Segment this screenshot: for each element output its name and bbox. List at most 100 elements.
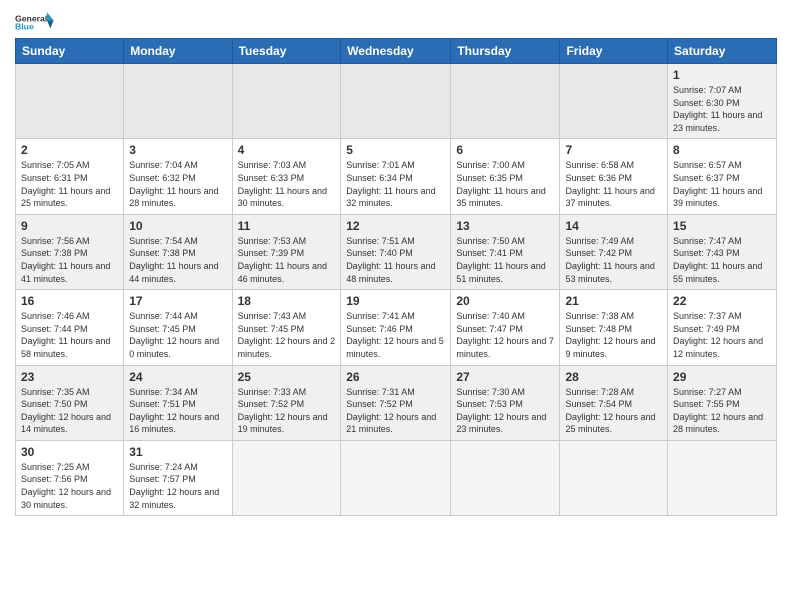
calendar-cell: 6Sunrise: 7:00 AM Sunset: 6:35 PM Daylig… <box>451 139 560 214</box>
day-number: 15 <box>673 219 771 233</box>
day-number: 14 <box>565 219 662 233</box>
day-number: 20 <box>456 294 554 308</box>
calendar-cell: 12Sunrise: 7:51 AM Sunset: 7:40 PM Dayli… <box>341 214 451 289</box>
calendar-cell: 28 Sunrise: 7:28 AM Sunset: 7:54 PM Dayli… <box>560 365 668 440</box>
day-number: 19 <box>346 294 445 308</box>
day-info: Sunrise: 7:40 AM Sunset: 7:47 PM Dayligh… <box>456 310 554 360</box>
calendar-cell: 7 Sunrise: 6:58 AM Sunset: 6:36 PM Daylig… <box>560 139 668 214</box>
calendar-cell: 16Sunrise: 7:46 AM Sunset: 7:44 PM Dayli… <box>16 290 124 365</box>
calendar-week-5: 30Sunrise: 7:25 AM Sunset: 7:56 PM Dayli… <box>16 440 777 515</box>
day-info: Sunrise: 7:49 AM Sunset: 7:42 PM Dayligh… <box>565 235 662 285</box>
day-info: Sunrise: 6:57 AM Sunset: 6:37 PM Dayligh… <box>673 159 771 209</box>
calendar-cell <box>668 440 777 515</box>
day-number: 4 <box>238 143 336 157</box>
calendar-cell: 20 Sunrise: 7:40 AM Sunset: 7:47 PM Dayli… <box>451 290 560 365</box>
calendar-cell: 9Sunrise: 7:56 AM Sunset: 7:38 PM Daylig… <box>16 214 124 289</box>
svg-text:Blue: Blue <box>15 22 34 32</box>
calendar-cell: 11Sunrise: 7:53 AM Sunset: 7:39 PM Dayli… <box>232 214 341 289</box>
header-wednesday: Wednesday <box>341 39 451 64</box>
day-number: 2 <box>21 143 118 157</box>
calendar-cell: 13 Sunrise: 7:50 AM Sunset: 7:41 PM Dayli… <box>451 214 560 289</box>
calendar-week-4: 23Sunrise: 7:35 AM Sunset: 7:50 PM Dayli… <box>16 365 777 440</box>
day-info: Sunrise: 7:35 AM Sunset: 7:50 PM Dayligh… <box>21 386 118 436</box>
day-info: Sunrise: 7:01 AM Sunset: 6:34 PM Dayligh… <box>346 159 445 209</box>
header-sunday: Sunday <box>16 39 124 64</box>
calendar-cell: 21 Sunrise: 7:38 AM Sunset: 7:48 PM Dayli… <box>560 290 668 365</box>
calendar-cell: 27 Sunrise: 7:30 AM Sunset: 7:53 PM Dayli… <box>451 365 560 440</box>
calendar-cell: 8 Sunrise: 6:57 AM Sunset: 6:37 PM Daylig… <box>668 139 777 214</box>
calendar-cell: 10Sunrise: 7:54 AM Sunset: 7:38 PM Dayli… <box>124 214 232 289</box>
day-info: Sunrise: 7:56 AM Sunset: 7:38 PM Dayligh… <box>21 235 118 285</box>
day-info: Sunrise: 7:24 AM Sunset: 7:57 PM Dayligh… <box>129 461 226 511</box>
calendar-cell: 26 Sunrise: 7:31 AM Sunset: 7:52 PM Dayli… <box>341 365 451 440</box>
day-info: Sunrise: 7:54 AM Sunset: 7:38 PM Dayligh… <box>129 235 226 285</box>
calendar-cell: 23Sunrise: 7:35 AM Sunset: 7:50 PM Dayli… <box>16 365 124 440</box>
calendar-week-1: 2 Sunrise: 7:05 AM Sunset: 6:31 PM Daylig… <box>16 139 777 214</box>
day-info: Sunrise: 7:47 AM Sunset: 7:43 PM Dayligh… <box>673 235 771 285</box>
page-header: General Blue <box>15 10 777 32</box>
header-saturday: Saturday <box>668 39 777 64</box>
day-info: Sunrise: 7:03 AM Sunset: 6:33 PM Dayligh… <box>238 159 336 209</box>
calendar-cell <box>451 440 560 515</box>
day-info: Sunrise: 7:05 AM Sunset: 6:31 PM Dayligh… <box>21 159 118 209</box>
calendar-cell <box>16 64 124 139</box>
calendar-cell: 31 Sunrise: 7:24 AM Sunset: 7:57 PM Dayli… <box>124 440 232 515</box>
calendar-week-0: 1 Sunrise: 7:07 AM Sunset: 6:30 PM Daylig… <box>16 64 777 139</box>
day-number: 8 <box>673 143 771 157</box>
day-info: Sunrise: 7:28 AM Sunset: 7:54 PM Dayligh… <box>565 386 662 436</box>
calendar-cell: 29 Sunrise: 7:27 AM Sunset: 7:55 PM Dayli… <box>668 365 777 440</box>
header-monday: Monday <box>124 39 232 64</box>
day-number: 25 <box>238 370 336 384</box>
day-info: Sunrise: 7:50 AM Sunset: 7:41 PM Dayligh… <box>456 235 554 285</box>
day-number: 27 <box>456 370 554 384</box>
calendar-header-row: SundayMondayTuesdayWednesdayThursdayFrid… <box>16 39 777 64</box>
day-number: 5 <box>346 143 445 157</box>
day-info: Sunrise: 7:33 AM Sunset: 7:52 PM Dayligh… <box>238 386 336 436</box>
calendar-cell: 24 Sunrise: 7:34 AM Sunset: 7:51 PM Dayli… <box>124 365 232 440</box>
calendar-cell <box>232 440 341 515</box>
calendar-cell: 25 Sunrise: 7:33 AM Sunset: 7:52 PM Dayli… <box>232 365 341 440</box>
calendar-week-3: 16Sunrise: 7:46 AM Sunset: 7:44 PM Dayli… <box>16 290 777 365</box>
day-number: 26 <box>346 370 445 384</box>
calendar-cell: 15 Sunrise: 7:47 AM Sunset: 7:43 PM Dayli… <box>668 214 777 289</box>
day-number: 17 <box>129 294 226 308</box>
day-info: Sunrise: 7:27 AM Sunset: 7:55 PM Dayligh… <box>673 386 771 436</box>
day-info: Sunrise: 7:44 AM Sunset: 7:45 PM Dayligh… <box>129 310 226 360</box>
calendar-cell <box>341 64 451 139</box>
day-info: Sunrise: 7:00 AM Sunset: 6:35 PM Dayligh… <box>456 159 554 209</box>
day-info: Sunrise: 7:38 AM Sunset: 7:48 PM Dayligh… <box>565 310 662 360</box>
day-number: 22 <box>673 294 771 308</box>
day-number: 1 <box>673 68 771 82</box>
day-number: 31 <box>129 445 226 459</box>
day-info: Sunrise: 6:58 AM Sunset: 6:36 PM Dayligh… <box>565 159 662 209</box>
calendar-cell: 30Sunrise: 7:25 AM Sunset: 7:56 PM Dayli… <box>16 440 124 515</box>
calendar-week-2: 9Sunrise: 7:56 AM Sunset: 7:38 PM Daylig… <box>16 214 777 289</box>
day-info: Sunrise: 7:25 AM Sunset: 7:56 PM Dayligh… <box>21 461 118 511</box>
calendar-cell <box>232 64 341 139</box>
header-friday: Friday <box>560 39 668 64</box>
day-info: Sunrise: 7:31 AM Sunset: 7:52 PM Dayligh… <box>346 386 445 436</box>
day-number: 28 <box>565 370 662 384</box>
day-info: Sunrise: 7:37 AM Sunset: 7:49 PM Dayligh… <box>673 310 771 360</box>
calendar-cell: 2 Sunrise: 7:05 AM Sunset: 6:31 PM Daylig… <box>16 139 124 214</box>
calendar-table: SundayMondayTuesdayWednesdayThursdayFrid… <box>15 38 777 516</box>
calendar-cell: 17 Sunrise: 7:44 AM Sunset: 7:45 PM Dayli… <box>124 290 232 365</box>
day-info: Sunrise: 7:04 AM Sunset: 6:32 PM Dayligh… <box>129 159 226 209</box>
day-number: 13 <box>456 219 554 233</box>
day-number: 21 <box>565 294 662 308</box>
logo: General Blue <box>15 10 55 32</box>
calendar-cell: 3Sunrise: 7:04 AM Sunset: 6:32 PM Daylig… <box>124 139 232 214</box>
calendar-cell: 22 Sunrise: 7:37 AM Sunset: 7:49 PM Dayli… <box>668 290 777 365</box>
day-number: 7 <box>565 143 662 157</box>
day-info: Sunrise: 7:34 AM Sunset: 7:51 PM Dayligh… <box>129 386 226 436</box>
day-number: 12 <box>346 219 445 233</box>
calendar-cell: 18Sunrise: 7:43 AM Sunset: 7:45 PM Dayli… <box>232 290 341 365</box>
day-number: 24 <box>129 370 226 384</box>
calendar-cell: 1 Sunrise: 7:07 AM Sunset: 6:30 PM Daylig… <box>668 64 777 139</box>
day-info: Sunrise: 7:30 AM Sunset: 7:53 PM Dayligh… <box>456 386 554 436</box>
day-number: 29 <box>673 370 771 384</box>
calendar-cell: 4 Sunrise: 7:03 AM Sunset: 6:33 PM Daylig… <box>232 139 341 214</box>
day-info: Sunrise: 7:43 AM Sunset: 7:45 PM Dayligh… <box>238 310 336 360</box>
calendar-cell <box>451 64 560 139</box>
day-info: Sunrise: 7:07 AM Sunset: 6:30 PM Dayligh… <box>673 84 771 134</box>
